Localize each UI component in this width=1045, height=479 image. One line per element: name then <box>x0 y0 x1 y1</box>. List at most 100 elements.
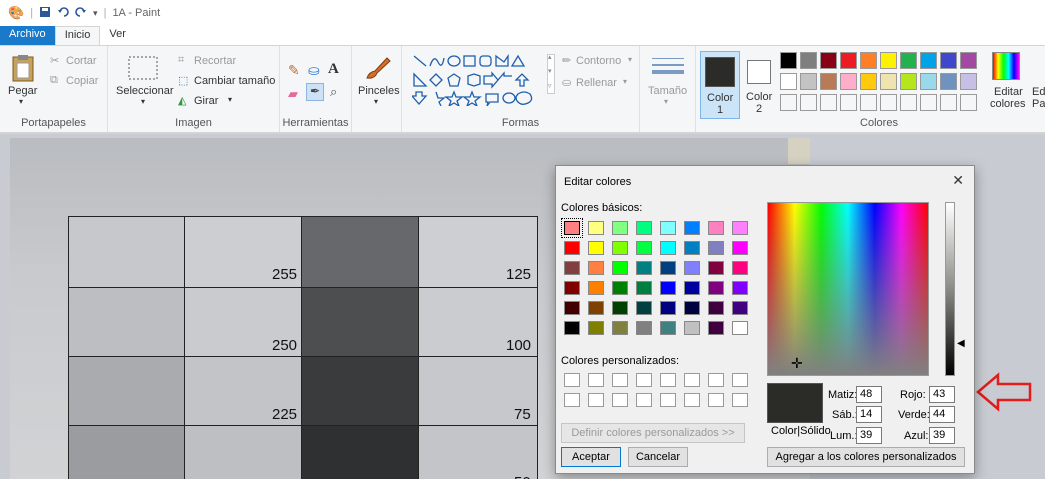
custom-color-swatch[interactable] <box>708 393 724 407</box>
basic-color-swatch[interactable] <box>732 241 748 255</box>
basic-color-swatch[interactable] <box>612 301 628 315</box>
basic-color-swatch[interactable] <box>660 281 676 295</box>
basic-color-swatch[interactable] <box>660 221 676 235</box>
basic-color-swatch[interactable] <box>708 261 724 275</box>
cut-button[interactable]: ✂ Cortar <box>50 54 106 70</box>
copy-button[interactable]: ⧉ Copiar <box>50 74 106 90</box>
basic-color-swatch[interactable] <box>588 321 604 335</box>
undo-icon[interactable] <box>57 6 69 21</box>
color-spectrum[interactable]: ✛ <box>767 202 929 376</box>
palette-swatch[interactable] <box>880 52 897 69</box>
custom-color-swatch[interactable] <box>612 393 628 407</box>
basic-color-swatch[interactable] <box>732 261 748 275</box>
magnifier-icon[interactable]: ⌕ <box>330 84 337 100</box>
expand-gallery-icon[interactable]: ▿ <box>548 82 552 90</box>
fill-button[interactable]: ⛀ Rellenar ▾ <box>562 76 640 92</box>
accept-button[interactable]: Aceptar <box>561 447 621 467</box>
palette-swatch[interactable] <box>860 94 877 111</box>
palette-swatch[interactable] <box>920 73 937 90</box>
basic-color-swatch[interactable] <box>684 241 700 255</box>
basic-color-swatch[interactable] <box>561 218 583 238</box>
save-icon[interactable] <box>39 6 51 21</box>
custom-color-swatch[interactable] <box>588 373 604 387</box>
resize-button[interactable]: ⬚ Cambiar tamaño <box>178 74 278 90</box>
basic-color-swatch[interactable] <box>588 301 604 315</box>
custom-color-swatch[interactable] <box>636 393 652 407</box>
palette-swatch[interactable] <box>940 52 957 69</box>
basic-color-swatch[interactable] <box>732 221 748 235</box>
redo-icon[interactable] <box>75 6 87 21</box>
palette-swatch[interactable] <box>940 94 957 111</box>
basic-color-swatch[interactable] <box>708 241 724 255</box>
cancel-button[interactable]: Cancelar <box>628 447 688 467</box>
basic-color-swatch[interactable] <box>564 241 580 255</box>
basic-color-swatch[interactable] <box>636 221 652 235</box>
palette-swatch[interactable] <box>840 73 857 90</box>
palette-swatch[interactable] <box>920 94 937 111</box>
lum-input[interactable]: 39 <box>856 427 882 444</box>
edit-colors-button[interactable]: Editar colores <box>984 52 1028 114</box>
color2-button[interactable]: Color 2 <box>742 51 778 119</box>
basic-color-swatch[interactable] <box>636 301 652 315</box>
custom-color-swatch[interactable] <box>636 373 652 387</box>
palette-swatch[interactable] <box>820 73 837 90</box>
basic-color-swatch[interactable] <box>588 261 604 275</box>
luminance-slider[interactable] <box>945 202 955 376</box>
palette-swatch[interactable] <box>880 94 897 111</box>
red-input[interactable]: 43 <box>929 386 955 403</box>
pencil-icon[interactable]: ✎ <box>288 62 300 79</box>
basic-color-swatch[interactable] <box>660 241 676 255</box>
custom-color-swatch[interactable] <box>612 373 628 387</box>
blue-input[interactable]: 39 <box>929 427 955 444</box>
basic-color-swatch[interactable] <box>660 321 676 335</box>
basic-color-swatch[interactable] <box>636 321 652 335</box>
basic-color-swatch[interactable] <box>588 241 604 255</box>
outline-button[interactable]: ✏ Contorno ▾ <box>562 54 640 70</box>
basic-color-swatch[interactable] <box>708 301 724 315</box>
palette-swatch[interactable] <box>940 73 957 90</box>
sat-input[interactable]: 14 <box>856 406 882 423</box>
close-icon[interactable]: ✕ <box>952 172 964 189</box>
basic-color-swatch[interactable] <box>708 281 724 295</box>
palette-swatch[interactable] <box>840 94 857 111</box>
palette-swatch[interactable] <box>960 52 977 69</box>
eraser-icon[interactable]: ▰ <box>288 86 298 102</box>
shapes-scrollbar[interactable]: ▴ ▾ ▿ <box>547 54 555 94</box>
basic-color-swatch[interactable] <box>684 261 700 275</box>
paste-button[interactable]: Pegar ▾ <box>6 52 40 112</box>
palette-swatch[interactable] <box>780 73 797 90</box>
basic-color-swatch[interactable] <box>684 221 700 235</box>
palette-swatch[interactable] <box>820 52 837 69</box>
palette-swatch[interactable] <box>800 94 817 111</box>
tab-ver[interactable]: Ver <box>100 26 135 45</box>
basic-color-swatch[interactable] <box>636 261 652 275</box>
palette-swatch[interactable] <box>780 52 797 69</box>
customize-toolbar-icon[interactable]: ▾ <box>93 8 98 19</box>
custom-color-swatch[interactable] <box>732 393 748 407</box>
text-tool-icon[interactable]: A <box>328 61 339 78</box>
basic-color-swatch[interactable] <box>564 261 580 275</box>
custom-color-swatch[interactable] <box>732 373 748 387</box>
add-custom-colors-button[interactable]: Agregar a los colores personalizados <box>767 447 965 467</box>
basic-color-swatch[interactable] <box>588 221 604 235</box>
basic-color-swatch[interactable] <box>564 321 580 335</box>
basic-color-swatch[interactable] <box>684 321 700 335</box>
palette-swatch[interactable] <box>900 73 917 90</box>
basic-color-swatch[interactable] <box>612 321 628 335</box>
palette-swatch[interactable] <box>860 73 877 90</box>
color1-button[interactable]: Color 1 <box>700 51 740 119</box>
palette-swatch[interactable] <box>820 94 837 111</box>
basic-color-swatch[interactable] <box>612 221 628 235</box>
basic-color-swatch[interactable] <box>564 281 580 295</box>
palette-swatch[interactable] <box>800 73 817 90</box>
custom-color-swatch[interactable] <box>564 393 580 407</box>
palette-swatch[interactable] <box>800 52 817 69</box>
custom-color-swatch[interactable] <box>684 393 700 407</box>
color-picker-icon[interactable]: ✒ <box>306 83 324 101</box>
tab-inicio[interactable]: Inicio <box>54 26 101 45</box>
custom-color-swatch[interactable] <box>564 373 580 387</box>
crop-button[interactable]: ⌗ Recortar <box>178 54 278 70</box>
size-button[interactable]: Tamaño ▾ <box>646 52 690 112</box>
basic-color-swatch[interactable] <box>708 221 724 235</box>
palette-swatch[interactable] <box>920 52 937 69</box>
